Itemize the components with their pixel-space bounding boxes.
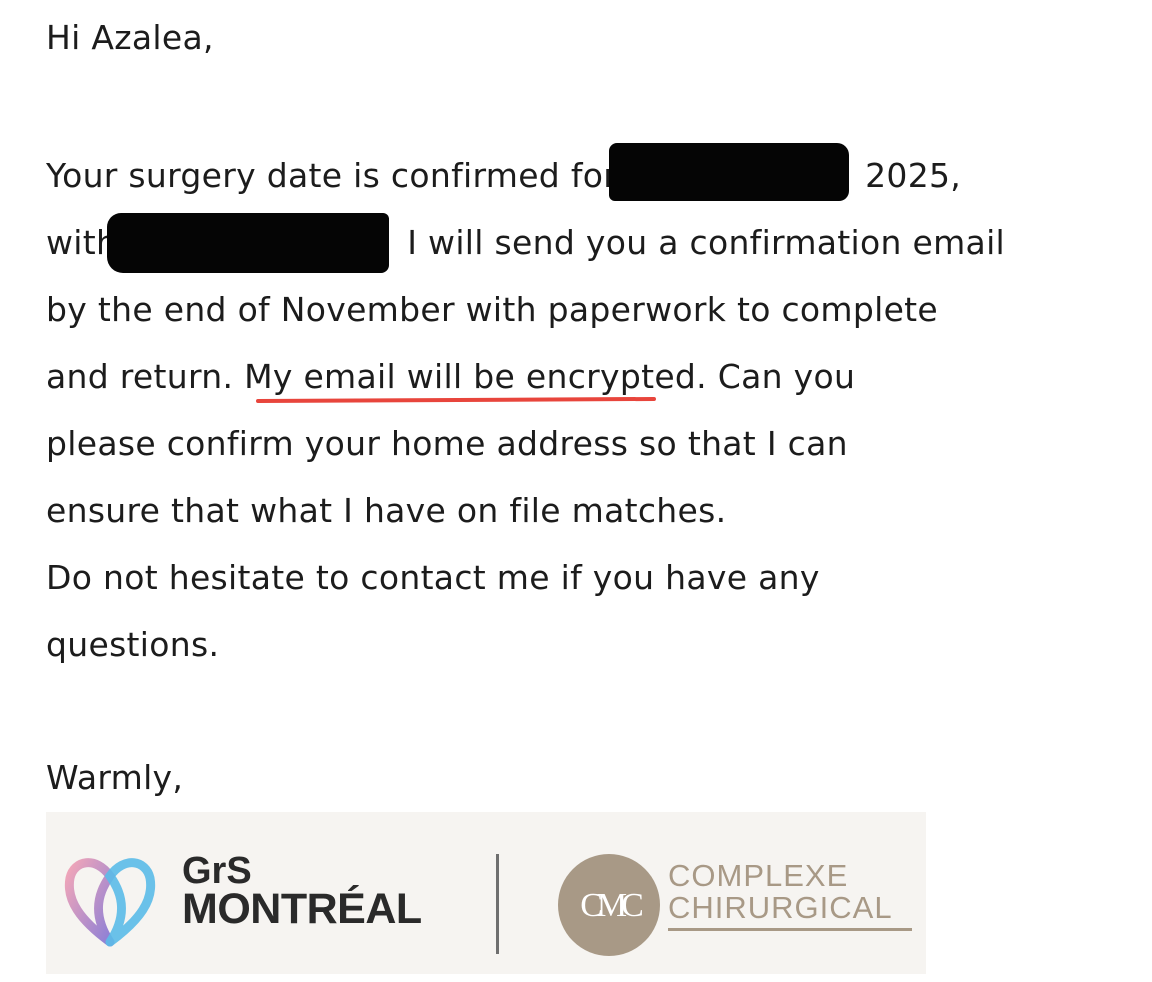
signature-logos: GrS MONTRÉAL CMC COMPLEXE CHIRURGICAL — [46, 812, 926, 974]
message-line-5: please confirm your home address so that… — [46, 424, 848, 463]
message-line-7: Do not hesitate to contact me if you hav… — [46, 558, 820, 597]
message-line-6: ensure that what I have on file matches. — [46, 491, 727, 530]
encrypted-highlight: My email will be encrypted — [244, 357, 697, 396]
redacted-date — [609, 142, 850, 201]
signoff: Warmly, — [46, 758, 184, 797]
complexe-chirurgical-logo: COMPLEXE CHIRURGICAL — [668, 860, 893, 924]
greeting: Hi Azalea, — [46, 18, 214, 57]
logo-divider — [496, 854, 499, 954]
cmc-monogram-text: CMC — [580, 887, 642, 924]
logo-montreal-text: MONTRÉAL — [182, 885, 422, 933]
grs-montreal-logo: GrS MONTRÉAL — [182, 852, 422, 933]
logo-chirurgical-text: CHIRURGICAL — [668, 890, 893, 925]
message-line-3: by the end of November with paperwork to… — [46, 290, 939, 329]
message-line-2: with I will send you a confirmation email — [46, 209, 1005, 276]
message-line-4: and return. My email will be encrypted. … — [46, 357, 856, 396]
redacted-name — [107, 212, 390, 273]
message-line-8: questions. — [46, 625, 220, 664]
cmc-monogram-icon: CMC — [558, 854, 660, 956]
grs-heart-logo-icon — [64, 858, 156, 947]
logo-underline-rule — [668, 928, 912, 931]
message-paragraph: Your surgery date is confirmed for 2025, … — [46, 142, 1005, 678]
logo-complexe-text: COMPLEXE — [668, 858, 849, 893]
message-line-1: Your surgery date is confirmed for 2025, — [46, 142, 1005, 209]
